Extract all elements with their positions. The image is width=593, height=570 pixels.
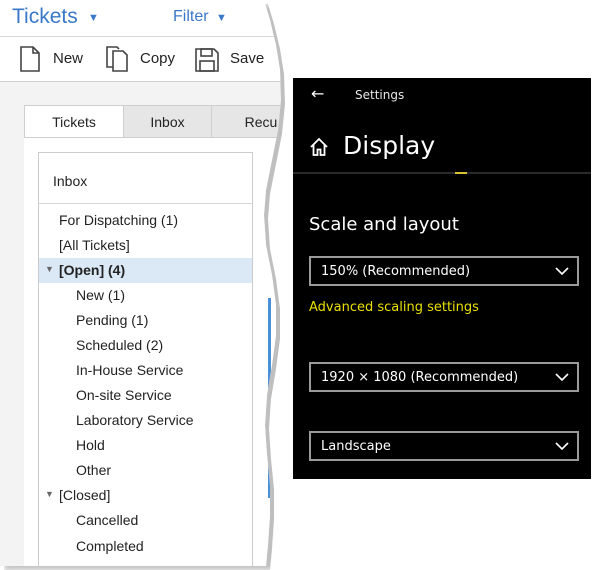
resolution-dropdown-value: 1920 × 1080 (Recommended) [321,370,519,385]
tab-tickets[interactable]: Tickets [24,105,124,138]
scale-dropdown[interactable]: 150% (Recommended) [309,256,579,286]
tree-area: Inbox For Dispatching (1) [All Tickets] … [24,137,281,566]
app-title[interactable]: Tickets [12,5,78,29]
filter-caret-icon[interactable]: ▼ [216,12,227,24]
chevron-down-icon [555,373,569,382]
tree-item-completed[interactable]: Completed [39,534,252,559]
tree-item-new[interactable]: New (1) [39,283,252,308]
ticket-title-bar: Tickets ▼ Filter ▼ [0,0,281,37]
settings-window: ← Settings Display Scale and layout 150%… [293,78,591,479]
collapse-arrow-icon[interactable]: ▼ [45,489,54,499]
chevron-down-icon [555,442,569,451]
scale-dropdown-value: 150% (Recommended) [321,264,471,279]
header-divider [293,172,591,174]
resolution-dropdown[interactable]: 1920 × 1080 (Recommended) [309,362,579,392]
tab-inbox[interactable]: Inbox [123,105,212,137]
tab-recurring[interactable]: Recu [211,105,281,137]
tree-item-hold[interactable]: Hold [39,433,252,458]
back-arrow-icon[interactable]: ← [311,84,324,103]
chevron-down-icon [555,267,569,276]
accent-mark [455,172,467,174]
tree-item-closed[interactable]: ▼ [Closed] [39,483,252,508]
settings-window-title: Settings [355,88,405,102]
tree-item-other[interactable]: Other [39,458,252,483]
tree-item-scheduled[interactable]: Scheduled (2) [39,333,252,358]
title-caret-icon[interactable]: ▼ [88,12,99,24]
ticket-tabs: Tickets Inbox Recu [24,105,281,138]
home-icon[interactable] [309,137,329,157]
filter-button[interactable]: Filter [173,8,209,26]
new-document-icon [20,46,40,72]
advanced-scaling-link[interactable]: Advanced scaling settings [309,300,479,315]
tree-item-cancelled[interactable]: Cancelled [39,508,252,533]
new-button-label: New [53,50,84,67]
collapse-arrow-icon[interactable]: ▼ [45,264,54,274]
copy-icon [106,46,128,72]
orientation-dropdown[interactable]: Landscape [309,431,579,461]
save-button-label: Save [230,50,265,67]
tree-item-pending[interactable]: Pending (1) [39,308,252,333]
ticket-toolbar: New Copy Save [0,37,281,82]
orientation-dropdown-value: Landscape [321,439,391,454]
tree-item-all-tickets[interactable]: [All Tickets] [39,233,252,258]
copy-button-label: Copy [140,50,176,67]
tree-header[interactable]: Inbox [39,153,252,204]
tree-item-on-site-service[interactable]: On-site Service [39,383,252,408]
tree-item-open[interactable]: ▼ [Open] (4) [39,258,252,283]
ticket-app-panel: Tickets ▼ Filter ▼ New Copy Save Tickets… [0,0,281,566]
section-title-scale-layout: Scale and layout [309,214,459,235]
tree-item-for-dispatching[interactable]: For Dispatching (1) [39,208,252,233]
folder-tree: Inbox For Dispatching (1) [All Tickets] … [38,152,253,566]
tree-item-laboratory-service[interactable]: Laboratory Service [39,408,252,433]
page-title: Display [343,131,436,160]
tree-item-in-house-service[interactable]: In-House Service [39,358,252,383]
save-icon [195,48,219,72]
